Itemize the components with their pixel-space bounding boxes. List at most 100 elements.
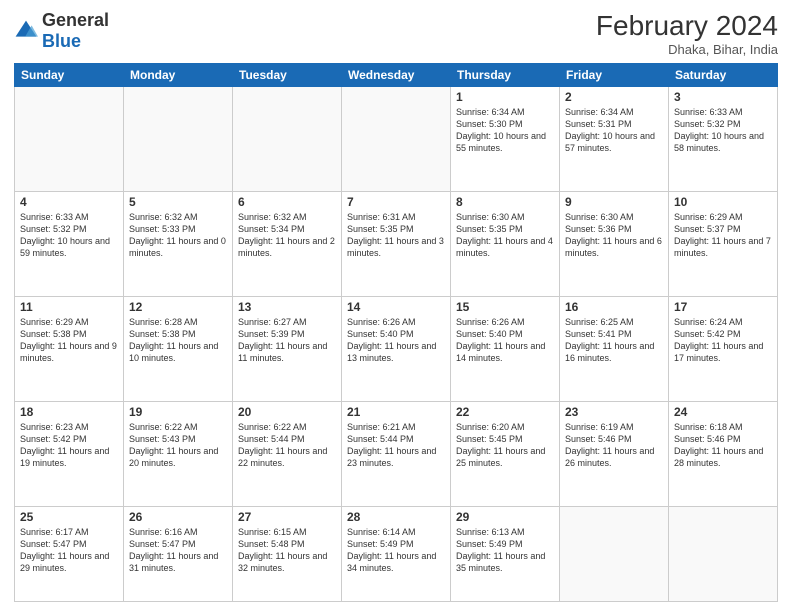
calendar-cell: 25 Sunrise: 6:17 AMSunset: 5:47 PMDayligh…	[15, 506, 124, 601]
calendar-week-row: 11 Sunrise: 6:29 AMSunset: 5:38 PMDayligh…	[15, 296, 778, 401]
calendar: SundayMondayTuesdayWednesdayThursdayFrid…	[14, 63, 778, 602]
calendar-cell: 7 Sunrise: 6:31 AMSunset: 5:35 PMDaylight…	[342, 191, 451, 296]
day-info: Sunrise: 6:21 AMSunset: 5:44 PMDaylight:…	[347, 421, 445, 470]
day-info: Sunrise: 6:30 AMSunset: 5:36 PMDaylight:…	[565, 211, 663, 260]
calendar-cell: 8 Sunrise: 6:30 AMSunset: 5:35 PMDaylight…	[451, 191, 560, 296]
calendar-cell: 28 Sunrise: 6:14 AMSunset: 5:49 PMDayligh…	[342, 506, 451, 601]
calendar-week-row: 4 Sunrise: 6:33 AMSunset: 5:32 PMDaylight…	[15, 191, 778, 296]
day-number: 11	[20, 300, 118, 314]
day-number: 21	[347, 405, 445, 419]
weekday-header: Tuesday	[233, 64, 342, 87]
day-info: Sunrise: 6:29 AMSunset: 5:38 PMDaylight:…	[20, 316, 118, 365]
day-info: Sunrise: 6:31 AMSunset: 5:35 PMDaylight:…	[347, 211, 445, 260]
day-info: Sunrise: 6:22 AMSunset: 5:44 PMDaylight:…	[238, 421, 336, 470]
day-info: Sunrise: 6:14 AMSunset: 5:49 PMDaylight:…	[347, 526, 445, 575]
weekday-header: Monday	[124, 64, 233, 87]
day-number: 29	[456, 510, 554, 524]
weekday-header: Wednesday	[342, 64, 451, 87]
day-info: Sunrise: 6:19 AMSunset: 5:46 PMDaylight:…	[565, 421, 663, 470]
day-info: Sunrise: 6:20 AMSunset: 5:45 PMDaylight:…	[456, 421, 554, 470]
day-number: 22	[456, 405, 554, 419]
day-number: 10	[674, 195, 772, 209]
calendar-cell: 1Sunrise: 6:34 AMSunset: 5:30 PMDaylight…	[451, 87, 560, 192]
day-info: Sunrise: 6:24 AMSunset: 5:42 PMDaylight:…	[674, 316, 772, 365]
calendar-cell: 4 Sunrise: 6:33 AMSunset: 5:32 PMDaylight…	[15, 191, 124, 296]
day-number: 19	[129, 405, 227, 419]
month-year: February 2024	[596, 10, 778, 42]
calendar-cell	[124, 87, 233, 192]
day-info: Sunrise: 6:26 AMSunset: 5:40 PMDaylight:…	[456, 316, 554, 365]
calendar-cell: 15Sunrise: 6:26 AMSunset: 5:40 PMDayligh…	[451, 296, 560, 401]
header: General Blue February 2024 Dhaka, Bihar,…	[14, 10, 778, 57]
calendar-cell: 24Sunrise: 6:18 AMSunset: 5:46 PMDayligh…	[669, 401, 778, 506]
day-info: Sunrise: 6:25 AMSunset: 5:41 PMDaylight:…	[565, 316, 663, 365]
calendar-cell: 3 Sunrise: 6:33 AMSunset: 5:32 PMDaylight…	[669, 87, 778, 192]
day-info: Sunrise: 6:33 AMSunset: 5:32 PMDaylight:…	[674, 106, 772, 155]
day-info: Sunrise: 6:23 AMSunset: 5:42 PMDaylight:…	[20, 421, 118, 470]
day-info: Sunrise: 6:18 AMSunset: 5:46 PMDaylight:…	[674, 421, 772, 470]
calendar-cell: 18 Sunrise: 6:23 AMSunset: 5:42 PMDayligh…	[15, 401, 124, 506]
day-number: 14	[347, 300, 445, 314]
day-number: 25	[20, 510, 118, 524]
day-info: Sunrise: 6:29 AMSunset: 5:37 PMDaylight:…	[674, 211, 772, 260]
day-info: Sunrise: 6:17 AMSunset: 5:47 PMDaylight:…	[20, 526, 118, 575]
day-number: 26	[129, 510, 227, 524]
day-info: Sunrise: 6:16 AMSunset: 5:47 PMDaylight:…	[129, 526, 227, 575]
calendar-cell: 10 Sunrise: 6:29 AMSunset: 5:37 PMDayligh…	[669, 191, 778, 296]
calendar-cell: 5 Sunrise: 6:32 AMSunset: 5:33 PMDaylight…	[124, 191, 233, 296]
calendar-cell: 20 Sunrise: 6:22 AMSunset: 5:44 PMDayligh…	[233, 401, 342, 506]
title-block: February 2024 Dhaka, Bihar, India	[596, 10, 778, 57]
calendar-cell: 21 Sunrise: 6:21 AMSunset: 5:44 PMDayligh…	[342, 401, 451, 506]
calendar-cell: 22 Sunrise: 6:20 AMSunset: 5:45 PMDayligh…	[451, 401, 560, 506]
day-info: Sunrise: 6:33 AMSunset: 5:32 PMDaylight:…	[20, 211, 118, 260]
day-number: 5	[129, 195, 227, 209]
weekday-header: Thursday	[451, 64, 560, 87]
logo-blue: Blue	[42, 31, 81, 51]
calendar-cell: 29 Sunrise: 6:13 AMSunset: 5:49 PMDayligh…	[451, 506, 560, 601]
day-number: 1	[456, 90, 554, 104]
calendar-cell: 6 Sunrise: 6:32 AMSunset: 5:34 PMDaylight…	[233, 191, 342, 296]
day-number: 13	[238, 300, 336, 314]
day-number: 23	[565, 405, 663, 419]
day-info: Sunrise: 6:32 AMSunset: 5:33 PMDaylight:…	[129, 211, 227, 260]
calendar-cell	[669, 506, 778, 601]
location: Dhaka, Bihar, India	[596, 42, 778, 57]
logo-text: General Blue	[42, 10, 109, 52]
day-number: 8	[456, 195, 554, 209]
logo: General Blue	[14, 10, 109, 52]
weekday-header: Friday	[560, 64, 669, 87]
day-number: 7	[347, 195, 445, 209]
day-info: Sunrise: 6:30 AMSunset: 5:35 PMDaylight:…	[456, 211, 554, 260]
day-number: 18	[20, 405, 118, 419]
calendar-header-row: SundayMondayTuesdayWednesdayThursdayFrid…	[15, 64, 778, 87]
calendar-week-row: 25 Sunrise: 6:17 AMSunset: 5:47 PMDayligh…	[15, 506, 778, 601]
day-number: 28	[347, 510, 445, 524]
calendar-cell	[15, 87, 124, 192]
calendar-cell	[233, 87, 342, 192]
day-number: 27	[238, 510, 336, 524]
day-number: 17	[674, 300, 772, 314]
day-info: Sunrise: 6:32 AMSunset: 5:34 PMDaylight:…	[238, 211, 336, 260]
calendar-cell: 26 Sunrise: 6:16 AMSunset: 5:47 PMDayligh…	[124, 506, 233, 601]
day-number: 6	[238, 195, 336, 209]
day-number: 3	[674, 90, 772, 104]
day-number: 20	[238, 405, 336, 419]
day-number: 9	[565, 195, 663, 209]
calendar-cell: 23 Sunrise: 6:19 AMSunset: 5:46 PMDayligh…	[560, 401, 669, 506]
calendar-cell: 19 Sunrise: 6:22 AMSunset: 5:43 PMDayligh…	[124, 401, 233, 506]
calendar-week-row: 18 Sunrise: 6:23 AMSunset: 5:42 PMDayligh…	[15, 401, 778, 506]
day-info: Sunrise: 6:22 AMSunset: 5:43 PMDaylight:…	[129, 421, 227, 470]
page: General Blue February 2024 Dhaka, Bihar,…	[0, 0, 792, 612]
calendar-cell: 13 Sunrise: 6:27 AMSunset: 5:39 PMDayligh…	[233, 296, 342, 401]
calendar-cell: 27Sunrise: 6:15 AMSunset: 5:48 PMDayligh…	[233, 506, 342, 601]
day-info: Sunrise: 6:13 AMSunset: 5:49 PMDaylight:…	[456, 526, 554, 575]
logo-general: General	[42, 10, 109, 30]
calendar-cell: 17 Sunrise: 6:24 AMSunset: 5:42 PMDayligh…	[669, 296, 778, 401]
day-number: 4	[20, 195, 118, 209]
calendar-cell: 9 Sunrise: 6:30 AMSunset: 5:36 PMDaylight…	[560, 191, 669, 296]
calendar-cell: 12Sunrise: 6:28 AMSunset: 5:38 PMDayligh…	[124, 296, 233, 401]
day-number: 16	[565, 300, 663, 314]
day-number: 12	[129, 300, 227, 314]
calendar-cell: 11 Sunrise: 6:29 AMSunset: 5:38 PMDayligh…	[15, 296, 124, 401]
day-info: Sunrise: 6:27 AMSunset: 5:39 PMDaylight:…	[238, 316, 336, 365]
